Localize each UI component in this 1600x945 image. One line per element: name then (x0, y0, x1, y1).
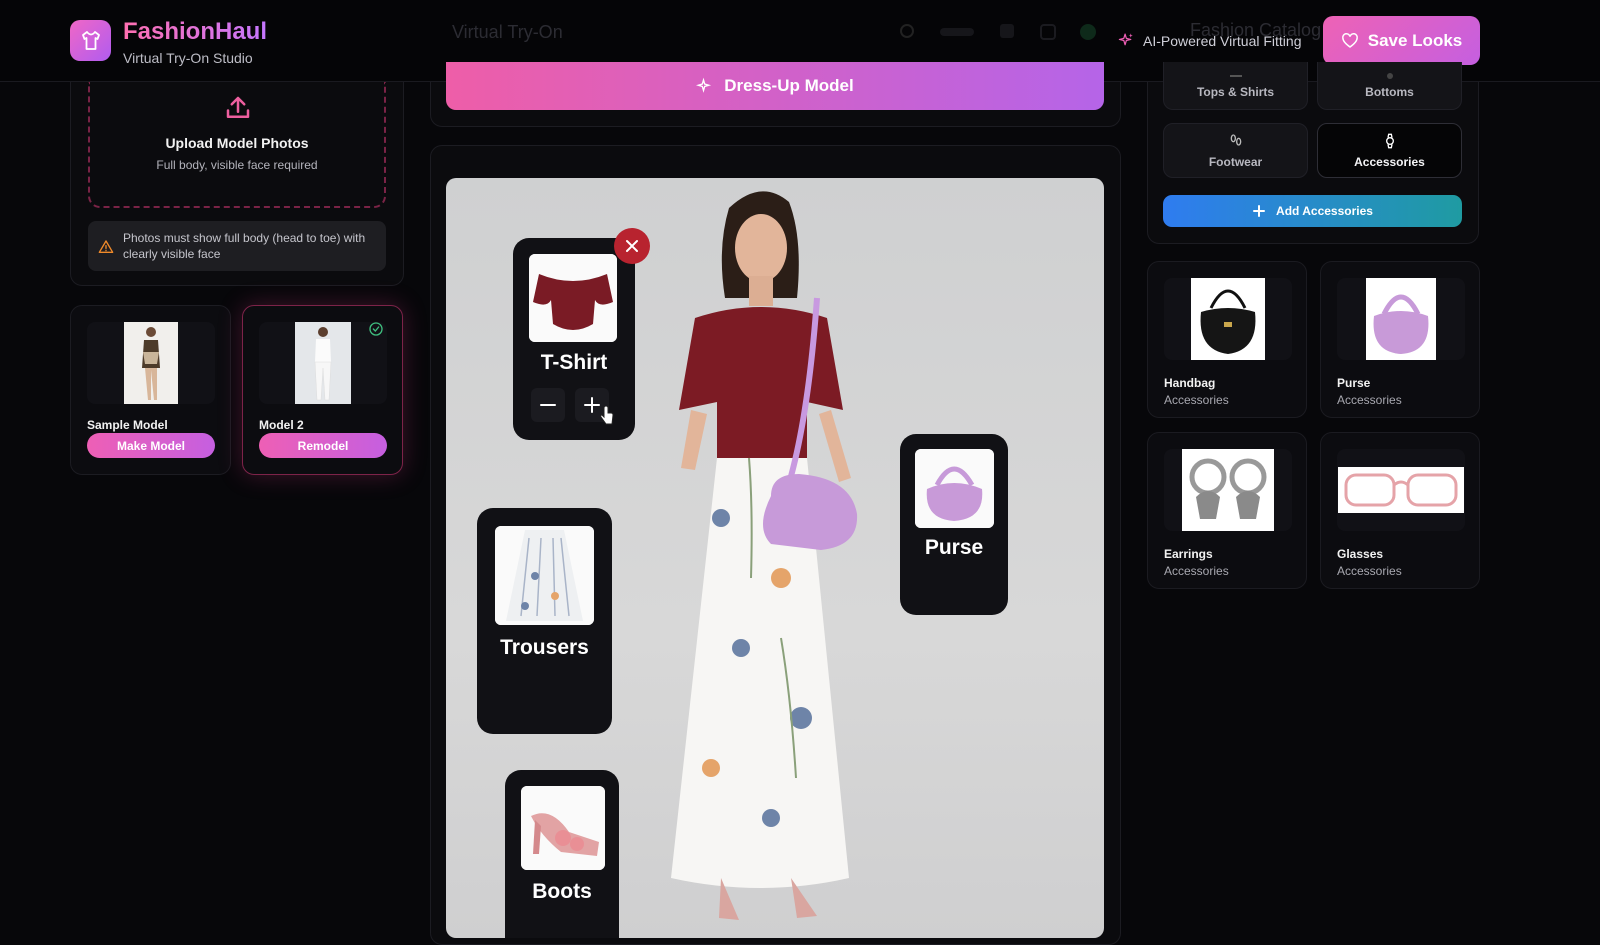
garment-card-purse[interactable]: Purse (900, 434, 1008, 615)
brand-subtitle: Virtual Try-On Studio (123, 50, 253, 66)
garment-label: Purse (924, 536, 984, 559)
add-accessories-label: Add Accessories (1276, 204, 1373, 218)
upload-subtitle: Full body, visible face required (156, 158, 318, 172)
accessory-thumbnail (1164, 449, 1292, 531)
plus-icon (1253, 205, 1266, 217)
accessory-name: Purse (1337, 376, 1371, 390)
purse-image (915, 449, 994, 528)
category-tops[interactable]: Tops & Shirts (1163, 62, 1308, 110)
handbag-image (1191, 278, 1265, 360)
tshirt-icon (81, 30, 100, 50)
garment-label: T-Shirt (540, 351, 608, 374)
accessory-category: Accessories (1337, 564, 1402, 578)
bag-icon[interactable] (1000, 24, 1014, 38)
accessory-category: Accessories (1337, 393, 1402, 407)
skirt-image (495, 526, 594, 625)
brand-name: FashionHaul (123, 18, 268, 45)
accessory-category: Accessories (1164, 564, 1229, 578)
heels-image (521, 786, 605, 870)
garment-label: Boots (532, 880, 592, 903)
virtual-tryon-tab[interactable]: Virtual Try-On (452, 22, 563, 43)
check-circle-icon (369, 322, 383, 336)
garment-card-tshirt[interactable]: T-Shirt (513, 238, 635, 440)
accessory-thumbnail (1164, 278, 1292, 360)
save-looks-button[interactable]: Save Looks (1323, 16, 1480, 65)
model-name: Sample Model (87, 418, 168, 432)
upload-icon (226, 96, 250, 118)
ai-powered-tag: AI-Powered Virtual Fitting (1118, 32, 1301, 49)
boots-thumbnail (521, 786, 605, 870)
tab-label: Virtual Try-On (452, 22, 563, 42)
trousers-thumbnail (495, 526, 594, 625)
category-label: Bottoms (1365, 84, 1414, 99)
upload-dropzone[interactable]: Upload Model Photos Full body, visible f… (88, 82, 386, 208)
earrings-image (1182, 449, 1274, 531)
dress-up-model-button[interactable]: Dress-Up Model (446, 62, 1104, 110)
accessory-name: Earrings (1164, 547, 1213, 561)
shirt-icon (1229, 74, 1242, 77)
remodel-button[interactable]: Remodel (259, 433, 387, 458)
model-photo-2 (295, 322, 351, 404)
model-card-2[interactable]: Model 2 Remodel (242, 305, 403, 475)
accessory-name: Handbag (1164, 376, 1216, 390)
category-accessories[interactable]: Accessories (1317, 123, 1462, 178)
purse-thumbnail (915, 449, 994, 528)
save-looks-label: Save Looks (1367, 30, 1463, 50)
faded-menu-item[interactable] (940, 28, 974, 36)
category-label: Footwear (1208, 154, 1263, 169)
accessory-category: Accessories (1164, 393, 1229, 407)
accessory-thumbnail (1337, 278, 1465, 360)
make-model-button[interactable]: Make Model (87, 433, 215, 458)
accessory-card-handbag[interactable]: Handbag Accessories (1147, 261, 1307, 418)
settings-icon[interactable] (1040, 24, 1056, 40)
dress-up-label: Dress-Up Model (724, 76, 854, 95)
decrease-size-button[interactable] (531, 388, 565, 422)
purse-image (1366, 278, 1436, 360)
accessory-card-purse[interactable]: Purse Accessories (1320, 261, 1480, 418)
accessory-name: Glasses (1337, 547, 1384, 561)
model-card-sample[interactable]: Sample Model Make Model (70, 305, 231, 475)
warning-text: Photos must show full body (head to toe)… (123, 231, 366, 261)
garment-label: Trousers (500, 636, 589, 659)
add-accessories-button[interactable]: Add Accessories (1163, 195, 1462, 227)
tshirt-thumbnail (529, 254, 617, 342)
sparkles-icon (696, 77, 712, 93)
cursor-hand-icon (600, 406, 614, 425)
photo-warning: Photos must show full body (head to toe)… (88, 221, 386, 271)
search-icon[interactable] (900, 24, 914, 38)
model-thumbnail (87, 322, 215, 404)
remove-garment-button[interactable] (614, 228, 650, 264)
status-dot-icon (1080, 24, 1096, 40)
app-logo[interactable] (70, 20, 111, 61)
garment-card-trousers[interactable]: Trousers (477, 508, 612, 734)
tryon-canvas[interactable]: T-Shirt Trousers Purse Boots (446, 178, 1104, 938)
model-preview-image (671, 191, 858, 920)
accessory-card-glasses[interactable]: Glasses Accessories (1320, 432, 1480, 589)
accessory-thumbnail (1337, 449, 1465, 531)
sparkles-icon (1118, 33, 1133, 46)
watch-icon (1385, 133, 1394, 148)
ai-tag-label: AI-Powered Virtual Fitting (1143, 32, 1302, 49)
category-label: Tops & Shirts (1196, 84, 1275, 99)
category-label: Accessories (1354, 154, 1425, 169)
minus-icon (540, 404, 556, 406)
close-icon (626, 240, 638, 252)
tshirt-image (529, 254, 617, 342)
footprints-icon (1230, 133, 1241, 146)
glasses-image (1338, 467, 1464, 513)
warning-icon (98, 240, 114, 253)
model-name: Model 2 (259, 418, 304, 432)
category-footwear[interactable]: Footwear (1163, 123, 1308, 178)
model-photo-sample (124, 322, 178, 404)
trousers-icon (1386, 72, 1393, 79)
accessory-card-earrings[interactable]: Earrings Accessories (1147, 432, 1307, 589)
garment-card-boots[interactable]: Boots (505, 770, 619, 938)
upload-title: Upload Model Photos (165, 135, 309, 151)
category-bottoms[interactable]: Bottoms (1317, 62, 1462, 110)
heart-icon (1341, 32, 1358, 48)
